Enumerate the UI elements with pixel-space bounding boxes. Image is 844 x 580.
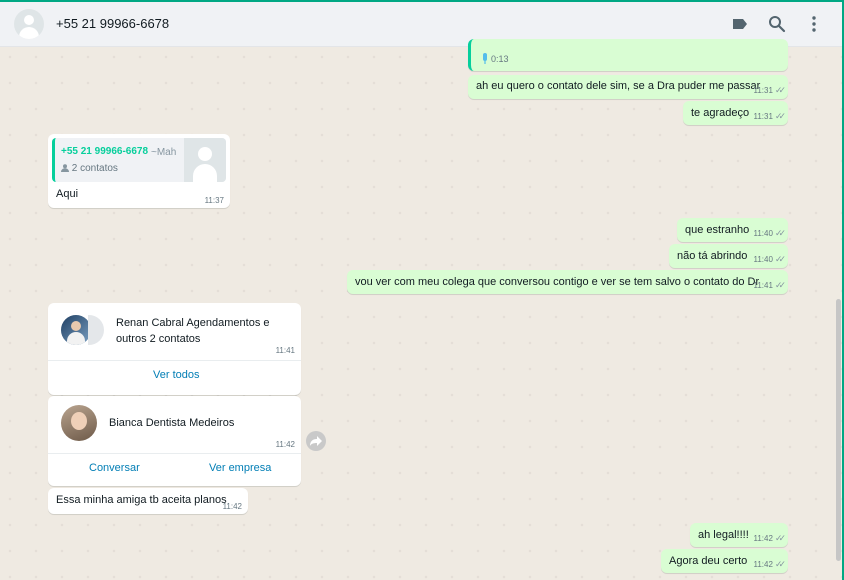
message-text: vou ver com meu colega que conversou con…	[355, 276, 760, 288]
message-text: ah eu quero o contato dele sim, se a Dra…	[476, 80, 761, 92]
contact-photo-shirt	[67, 332, 85, 345]
message-meta: 11:42 ✓✓	[753, 559, 786, 570]
message-time: 11:42	[753, 560, 773, 569]
message-time: 11:40	[753, 255, 773, 264]
read-ticks-icon: ✓✓	[774, 559, 786, 569]
message-text: não tá abrindo	[677, 250, 748, 262]
message-meta: 11:42 ✓✓	[753, 533, 786, 544]
stacked-photo	[88, 315, 104, 345]
menu-icon[interactable]	[804, 14, 824, 34]
label-icon[interactable]	[730, 14, 750, 34]
quoted-avatar-body	[193, 164, 217, 182]
card-divider	[48, 453, 301, 454]
message-time: 11:41	[275, 346, 295, 355]
message-bubble[interactable]: Essa minha amiga tb aceita planos 11:42	[48, 488, 248, 514]
read-ticks-icon: ✓✓	[774, 85, 786, 95]
message-time: 11:41	[753, 281, 773, 290]
chat-area[interactable]: 0:13 ah eu quero o contato dele sim, se …	[0, 39, 842, 580]
read-ticks-icon: ✓✓	[774, 228, 786, 238]
microphone-icon	[483, 53, 487, 64]
quoted-sub-text: 2 contatos	[71, 163, 118, 174]
contact-photo-face	[71, 321, 81, 331]
reply-message[interactable]: +55 21 99966-6678 ~Mah 2 contatos Aqui 1…	[48, 134, 230, 208]
message-meta: 11:40 ✓✓	[753, 254, 786, 265]
message-text: Agora deu certo	[669, 555, 748, 567]
message-bubble[interactable]: que estranho 11:40 ✓✓	[677, 218, 788, 242]
chat-contact-button[interactable]: Conversar	[89, 462, 140, 474]
audio-duration: 0:13	[491, 54, 509, 64]
quoted-avatar-head	[198, 147, 212, 161]
message-bubble[interactable]: ah legal!!!! 11:42 ✓✓	[690, 523, 788, 547]
message-text: Essa minha amiga tb aceita planos	[56, 494, 227, 506]
message-text: que estranho	[685, 224, 750, 236]
contact-photo	[61, 405, 97, 441]
audio-message[interactable]: 0:13	[468, 39, 788, 71]
quoted-avatar	[184, 138, 226, 182]
message-meta: 11:31 ✓✓	[753, 111, 786, 122]
search-icon[interactable]	[767, 14, 787, 34]
message-time: 11:40	[753, 229, 773, 238]
read-ticks-icon: ✓✓	[774, 254, 786, 264]
quoted-contacts-count: 2 contatos	[61, 163, 118, 174]
message-time: 11:42	[222, 502, 242, 511]
read-ticks-icon: ✓✓	[774, 111, 786, 121]
contact-card[interactable]: Bianca Dentista Medeiros 11:42 Conversar…	[48, 396, 301, 486]
app-window: +55 21 99966-6678 0:13 ah eu quero o con…	[0, 0, 844, 580]
message-bubble[interactable]: vou ver com meu colega que conversou con…	[347, 270, 788, 294]
read-ticks-icon: ✓✓	[774, 280, 786, 290]
message-bubble[interactable]: ah eu quero o contato dele sim, se a Dra…	[468, 75, 788, 99]
contact-photo-stack	[61, 315, 91, 345]
message-time: 11:42	[753, 534, 773, 543]
avatar-body	[19, 27, 39, 39]
contact-avatar[interactable]	[14, 9, 44, 39]
message-meta: 11:40 ✓✓	[753, 228, 786, 239]
message-time: 11:42	[275, 440, 295, 449]
message-bubble[interactable]: Agora deu certo 11:42 ✓✓	[661, 549, 788, 573]
contacts-card-name: Renan Cabral Agendamentos e outros 2 con…	[116, 317, 270, 345]
quoted-message[interactable]: +55 21 99966-6678 ~Mah 2 contatos	[52, 138, 226, 182]
contacts-card[interactable]: Renan Cabral Agendamentos e outros 2 con…	[48, 303, 301, 395]
message-time: 11:37	[204, 196, 224, 205]
chat-scrollbar[interactable]	[836, 299, 841, 561]
message-text: Aqui	[56, 188, 79, 200]
message-meta: 11:41 ✓✓	[753, 280, 786, 291]
message-time: 11:31	[753, 112, 773, 121]
card-divider	[48, 360, 301, 361]
person-icon	[61, 164, 69, 172]
contact-name[interactable]: +55 21 99966-6678	[56, 16, 169, 31]
forward-arrow-icon	[310, 436, 322, 446]
contact-card-name: Bianca Dentista Medeiros	[109, 417, 235, 429]
message-text: te agradeço	[691, 107, 750, 119]
message-bubble[interactable]: te agradeço 11:31 ✓✓	[683, 101, 788, 125]
message-bubble[interactable]: não tá abrindo 11:40 ✓✓	[669, 244, 788, 268]
contact-photo-face	[71, 412, 87, 430]
avatar-head	[24, 15, 34, 25]
view-all-button[interactable]: Ver todos	[153, 369, 199, 381]
message-time: 11:31	[753, 86, 773, 95]
read-ticks-icon: ✓✓	[774, 533, 786, 543]
message-text: ah legal!!!!	[698, 529, 749, 541]
forward-icon[interactable]	[306, 431, 326, 451]
view-business-button[interactable]: Ver empresa	[209, 462, 271, 474]
message-meta: 11:31 ✓✓	[753, 85, 786, 96]
quoted-sender: +55 21 99966-6678	[61, 146, 149, 157]
quoted-push-name: ~Mah	[151, 147, 177, 158]
